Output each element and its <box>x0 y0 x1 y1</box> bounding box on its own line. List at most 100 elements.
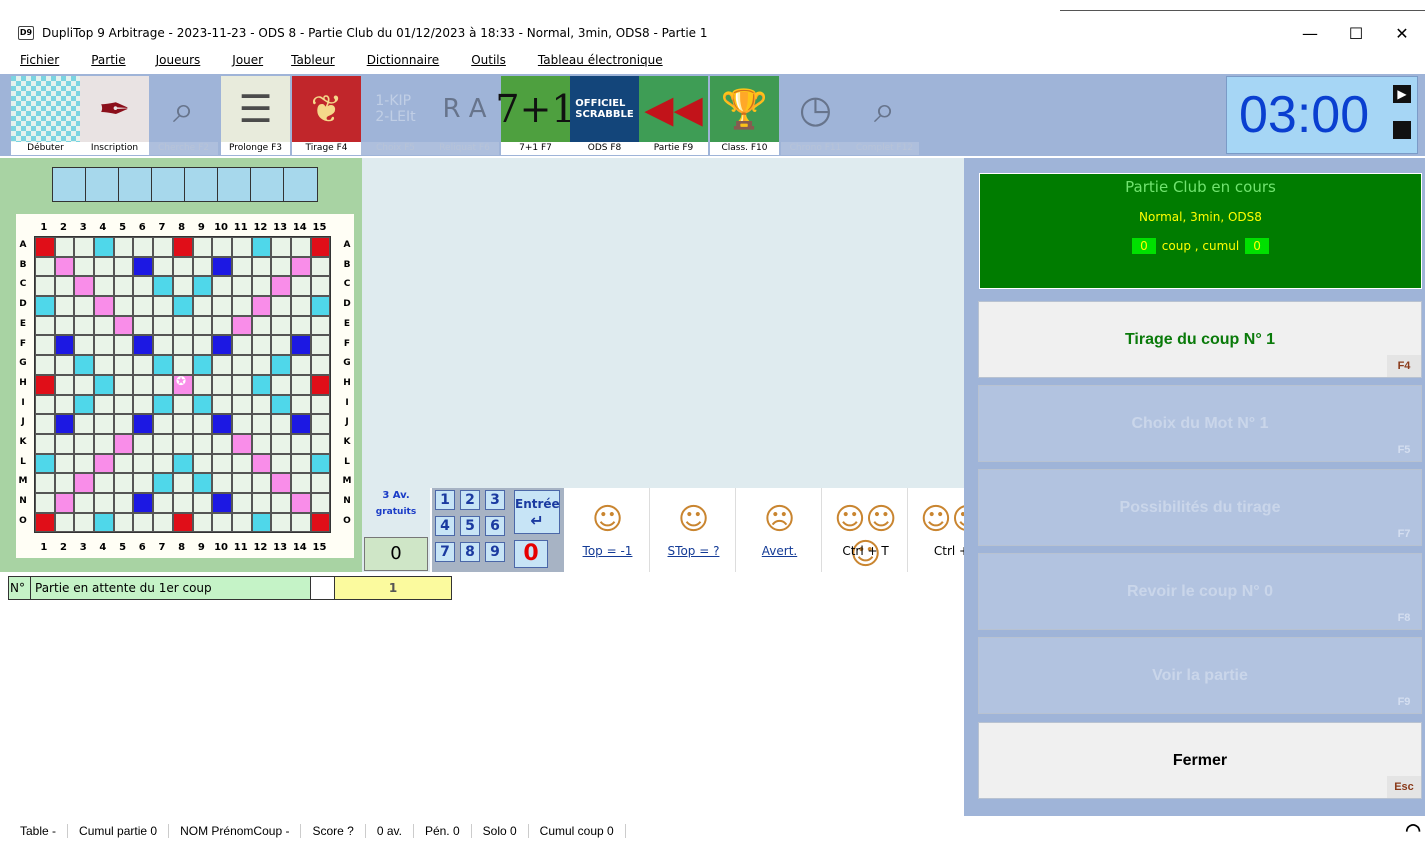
board-square[interactable] <box>153 453 173 474</box>
board-square[interactable] <box>94 394 114 415</box>
board-square[interactable] <box>212 237 232 257</box>
menu-dictionnaire[interactable]: Dictionnaire <box>367 53 440 73</box>
board-square[interactable] <box>310 355 331 375</box>
key-9[interactable]: 9 <box>485 542 505 562</box>
board-square[interactable] <box>113 296 134 316</box>
board-square[interactable] <box>113 512 134 533</box>
board-square[interactable] <box>231 414 252 434</box>
board-square[interactable] <box>290 276 311 297</box>
top-button[interactable]: ☺ Top = -1 <box>566 488 650 572</box>
board-square[interactable] <box>192 473 213 493</box>
key-3[interactable]: 3 <box>485 490 505 510</box>
board-square[interactable] <box>290 335 311 356</box>
tirage-button[interactable]: ❦ Tirage F4 <box>292 76 361 156</box>
board-square[interactable] <box>290 315 311 336</box>
board-square[interactable] <box>231 473 252 493</box>
board-square[interactable] <box>271 256 291 277</box>
board-square[interactable] <box>231 512 252 533</box>
board-square[interactable] <box>113 473 134 493</box>
board-square[interactable] <box>94 473 114 493</box>
board-square[interactable] <box>54 374 75 395</box>
close-button[interactable]: ✕ <box>1379 18 1425 48</box>
board-square[interactable] <box>231 296 252 316</box>
maximize-button[interactable]: ☐ <box>1333 18 1379 48</box>
board-square[interactable] <box>133 296 154 316</box>
inscription-button[interactable]: ✒ Inscription <box>80 76 149 156</box>
board-square[interactable] <box>113 492 134 513</box>
board-square[interactable] <box>54 414 75 434</box>
board-square[interactable] <box>290 414 311 434</box>
board-square[interactable] <box>94 237 114 257</box>
board-square[interactable] <box>113 335 134 356</box>
board-square[interactable] <box>251 296 272 316</box>
board-square[interactable] <box>251 276 272 297</box>
board-square[interactable] <box>153 256 173 277</box>
board-square[interactable] <box>35 453 55 474</box>
minimize-button[interactable]: — <box>1287 18 1333 48</box>
board-square[interactable] <box>251 315 272 336</box>
board-square[interactable] <box>212 394 232 415</box>
board-square[interactable] <box>212 296 232 316</box>
board-square[interactable] <box>271 512 291 533</box>
board-square[interactable] <box>231 374 252 395</box>
voir-partie-button[interactable]: Voir la partie F9 <box>978 637 1422 714</box>
tirage-coup-button[interactable]: Tirage du coup N° 1 F4 <box>978 301 1422 378</box>
board-square[interactable] <box>271 473 291 493</box>
play-icon[interactable]: ▶ <box>1393 85 1411 103</box>
revoir-coup-button[interactable]: Revoir le coup N° 0 F8 <box>978 553 1422 630</box>
board-square[interactable] <box>74 453 95 474</box>
board-square[interactable] <box>74 296 95 316</box>
board-square[interactable] <box>74 414 95 434</box>
board-square[interactable] <box>290 296 311 316</box>
board-square[interactable] <box>172 512 193 533</box>
board-square[interactable] <box>153 394 173 415</box>
partie-button[interactable]: ◀◀ Partie F9 <box>639 76 708 156</box>
board-square[interactable] <box>251 335 272 356</box>
key-1[interactable]: 1 <box>435 490 455 510</box>
board-square[interactable] <box>172 276 193 297</box>
board-square[interactable] <box>290 492 311 513</box>
board-square[interactable] <box>251 374 272 395</box>
board-square[interactable] <box>192 374 213 395</box>
enter-key[interactable]: Entrée ↵ <box>514 490 560 534</box>
board-square[interactable] <box>153 355 173 375</box>
board-square[interactable] <box>74 355 95 375</box>
board-square[interactable] <box>172 355 193 375</box>
rack-slot[interactable] <box>284 168 317 201</box>
board-square[interactable] <box>94 276 114 297</box>
board-square[interactable] <box>231 237 252 257</box>
board-square[interactable] <box>153 473 173 493</box>
board-square[interactable] <box>35 512 55 533</box>
board-square[interactable] <box>192 433 213 454</box>
board-square[interactable] <box>35 473 55 493</box>
board-square[interactable] <box>153 414 173 434</box>
board-square[interactable] <box>310 394 331 415</box>
chrono-button[interactable]: ◷ Chrono F11 <box>781 76 850 156</box>
board-square[interactable] <box>192 276 213 297</box>
rack-slot[interactable] <box>119 168 152 201</box>
board-square[interactable] <box>172 433 193 454</box>
rack-slot[interactable] <box>185 168 218 201</box>
board-square[interactable] <box>94 315 114 336</box>
rack-slot[interactable] <box>251 168 284 201</box>
board-square[interactable] <box>94 256 114 277</box>
board-square[interactable] <box>35 492 55 513</box>
board-square[interactable] <box>54 433 75 454</box>
board-square[interactable] <box>133 237 154 257</box>
avert-button[interactable]: ☹ Avert. <box>738 488 822 572</box>
board-square[interactable] <box>310 315 331 336</box>
board-square[interactable] <box>271 276 291 297</box>
board-square[interactable] <box>133 335 154 356</box>
board-square[interactable] <box>310 492 331 513</box>
board-square[interactable] <box>231 433 252 454</box>
board-square[interactable] <box>113 276 134 297</box>
board-square[interactable] <box>74 237 95 257</box>
stop-icon[interactable] <box>1393 121 1411 139</box>
board-square[interactable] <box>212 276 232 297</box>
board-square[interactable] <box>251 473 272 493</box>
board-square[interactable] <box>231 492 252 513</box>
board-square[interactable] <box>54 335 75 356</box>
board-square[interactable] <box>74 374 95 395</box>
board-square[interactable] <box>133 433 154 454</box>
board-square[interactable] <box>192 296 213 316</box>
